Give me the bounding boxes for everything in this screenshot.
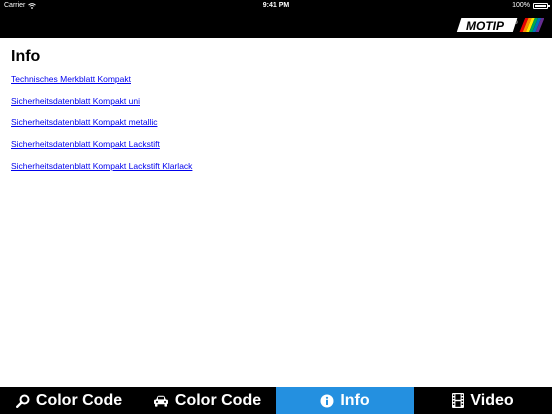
tab-info[interactable]: Info — [276, 387, 414, 414]
list-item: Sicherheitsdatenblatt Kompakt uni — [11, 96, 541, 118]
tab-color-code-search[interactable]: Color Code — [0, 387, 138, 414]
battery-icon — [533, 2, 550, 9]
app-header: MOTIP ® — [0, 12, 552, 38]
logo-text: MOTIP — [466, 19, 505, 33]
list-item: Sicherheitsdatenblatt Kompakt Lackstift … — [11, 161, 541, 183]
battery-info: 100% — [512, 2, 550, 9]
film-icon — [452, 393, 465, 408]
link-technisches-merkblatt-kompakt[interactable]: Technisches Merkblatt Kompakt — [11, 74, 131, 84]
search-icon — [15, 394, 30, 408]
tab-video[interactable]: Video — [414, 387, 552, 414]
link-sicherheitsdatenblatt-kompakt-metallic[interactable]: Sicherheitsdatenblatt Kompakt metallic — [11, 117, 157, 127]
tab-color-code-car[interactable]: Color Code — [138, 387, 276, 414]
tab-label: Info — [340, 391, 370, 409]
status-bar: Carrier 9:41 PM 100% — [0, 0, 552, 12]
clock: 9:41 PM — [262, 2, 290, 9]
logo-registered-mark: ® — [514, 19, 518, 26]
list-item: Sicherheitsdatenblatt Kompakt metallic — [11, 117, 541, 139]
tab-label: Video — [470, 391, 514, 409]
tab-label: Color Code — [35, 391, 123, 409]
page-title: Info — [11, 48, 41, 65]
car-icon — [153, 395, 168, 407]
info-icon — [320, 394, 334, 407]
list-item: Technisches Merkblatt Kompakt — [11, 74, 541, 96]
link-sicherheitsdatenblatt-kompakt-lackstift-klarlack[interactable]: Sicherheitsdatenblatt Kompakt Lackstift … — [11, 161, 192, 171]
document-link-list: Technisches Merkblatt Kompakt Sicherheit… — [11, 74, 541, 182]
tab-label: Color Code — [174, 391, 262, 409]
motip-logo: MOTIP ® — [452, 16, 544, 34]
info-content: Info Technisches Merkblatt Kompakt Siche… — [11, 48, 541, 182]
list-item: Sicherheitsdatenblatt Kompakt Lackstift — [11, 139, 541, 161]
link-sicherheitsdatenblatt-kompakt-lackstift[interactable]: Sicherheitsdatenblatt Kompakt Lackstift — [11, 139, 160, 149]
link-sicherheitsdatenblatt-kompakt-uni[interactable]: Sicherheitsdatenblatt Kompakt uni — [11, 96, 140, 106]
battery-percentage: 100% — [512, 2, 530, 9]
tab-bar: Color Code Color Code Info Video — [0, 387, 552, 414]
